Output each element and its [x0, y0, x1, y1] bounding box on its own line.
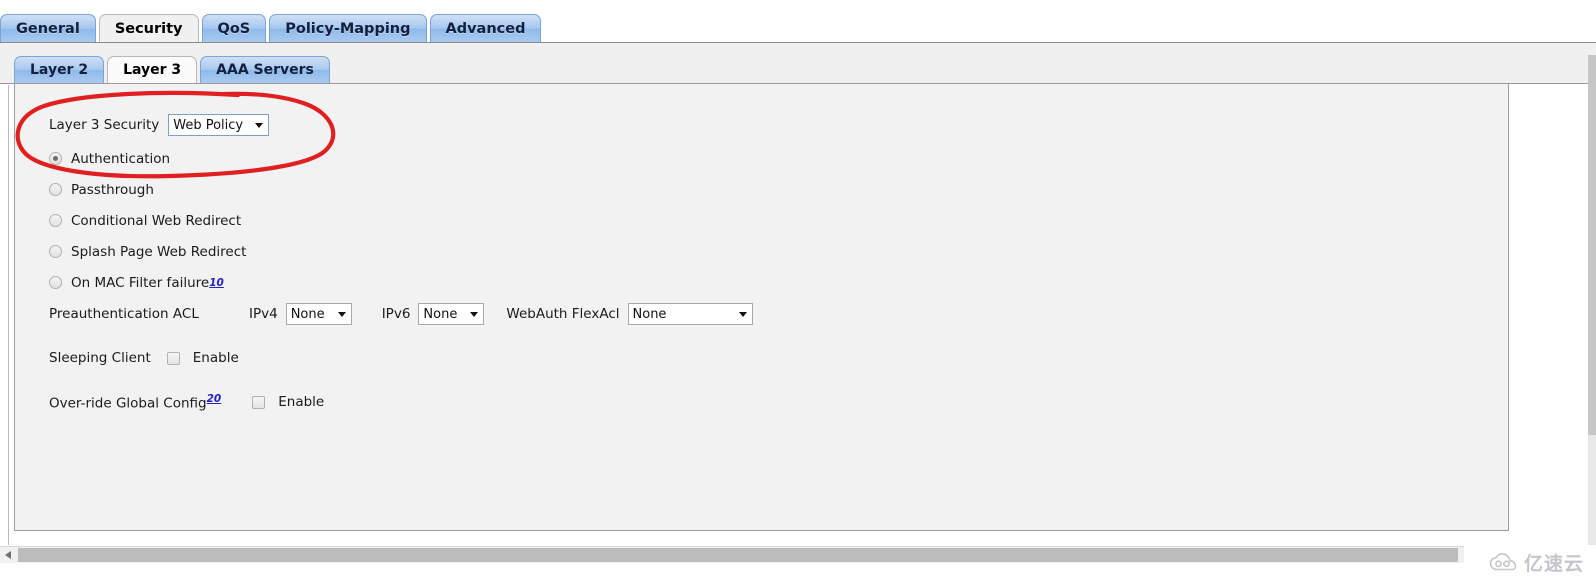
override-global-config-label: Over-ride Global Config20: [49, 393, 221, 412]
layer3-security-select-wrap: Web Policy: [168, 114, 270, 136]
horizontal-scrollbar[interactable]: [0, 546, 1464, 563]
radio-passthrough[interactable]: [49, 183, 62, 196]
sleeping-client-label: Sleeping Client: [49, 350, 151, 366]
tab-layer-2[interactable]: Layer 2: [14, 56, 105, 83]
preauthentication-acl-row: Preauthentication ACL IPv4 None IPv6 Non…: [49, 300, 1479, 328]
webauth-flexacl-select[interactable]: None: [627, 303, 753, 325]
horizontal-scrollbar-thumb[interactable]: [18, 548, 1458, 562]
form-container: Layer 3 Security Web Policy Authenticati…: [49, 113, 1479, 415]
radio-splash-page-web-redirect[interactable]: [49, 245, 62, 258]
vertical-scrollbar-thumb[interactable]: [1588, 55, 1596, 435]
ipv6-acl-select-wrap: None: [418, 303, 485, 325]
tab-layer-3[interactable]: Layer 3: [107, 56, 198, 83]
tab-policy-mapping[interactable]: Policy-Mapping: [269, 14, 427, 42]
ipv6-acl-select[interactable]: None: [418, 303, 485, 325]
sleeping-client-enable-label: Enable: [192, 350, 239, 366]
radio-on-mac-filter-failure[interactable]: [49, 276, 62, 289]
primary-tab-bar: General Security QoS Policy-Mapping Adva…: [0, 11, 544, 42]
watermark: 亿速云: [1489, 549, 1584, 576]
scroll-left-arrow-icon[interactable]: [0, 547, 17, 563]
ipv6-label: IPv6: [381, 306, 411, 322]
sleeping-client-checkbox[interactable]: [166, 351, 180, 365]
footnote-link-10[interactable]: 10: [209, 277, 224, 289]
radio-row-conditional-web-redirect[interactable]: Conditional Web Redirect: [49, 205, 1479, 236]
radio-row-splash-page-web-redirect[interactable]: Splash Page Web Redirect: [49, 236, 1479, 267]
panel-left-rule: [8, 85, 9, 545]
ipv4-acl-select-wrap: None: [285, 303, 352, 325]
override-global-config-row: Over-ride Global Config20 Enable: [49, 389, 1479, 415]
layer3-security-row: Layer 3 Security Web Policy: [49, 113, 1479, 137]
radio-row-on-mac-filter-failure[interactable]: On MAC Filter failure 10: [49, 267, 1479, 298]
override-global-config-checkbox[interactable]: [252, 395, 266, 409]
override-global-config-enable-label: Enable: [278, 394, 325, 410]
vertical-scrollbar[interactable]: [1588, 55, 1596, 545]
preauthentication-acl-label: Preauthentication ACL: [49, 306, 199, 322]
radio-label-conditional-web-redirect: Conditional Web Redirect: [71, 212, 242, 229]
webauth-flexacl-label: WebAuth FlexAcl: [506, 306, 620, 322]
tab-general[interactable]: General: [0, 14, 96, 42]
secondary-tab-bar: Layer 2 Layer 3 AAA Servers: [14, 53, 333, 83]
layer3-security-select[interactable]: Web Policy: [168, 114, 270, 136]
radio-label-on-mac-filter-failure: On MAC Filter failure: [71, 274, 210, 291]
ipv4-label: IPv4: [249, 306, 278, 322]
tab-advanced[interactable]: Advanced: [429, 14, 542, 42]
sleeping-client-row: Sleeping Client Enable: [49, 345, 1479, 371]
watermark-text: 亿速云: [1523, 553, 1584, 575]
radio-conditional-web-redirect[interactable]: [49, 214, 62, 227]
tab-aaa-servers[interactable]: AAA Servers: [200, 56, 330, 83]
web-policy-radio-group: Authentication Passthrough Conditional W…: [49, 143, 1479, 298]
cloud-icon: [1489, 552, 1517, 570]
webauth-flexacl-select-wrap: None: [627, 303, 753, 325]
override-global-config-text: Over-ride Global Config: [49, 395, 207, 412]
footnote-link-20[interactable]: 20: [207, 393, 222, 405]
radio-label-passthrough: Passthrough: [71, 181, 154, 198]
radio-label-splash-page-web-redirect: Splash Page Web Redirect: [71, 243, 247, 260]
radio-row-passthrough[interactable]: Passthrough: [49, 174, 1479, 205]
radio-authentication[interactable]: [49, 152, 62, 165]
radio-row-authentication[interactable]: Authentication: [49, 143, 1479, 174]
tab-qos[interactable]: QoS: [201, 14, 267, 42]
ipv4-acl-select[interactable]: None: [285, 303, 352, 325]
layer3-security-label: Layer 3 Security: [49, 117, 160, 133]
layer3-settings-panel: Layer 3 Security Web Policy Authenticati…: [14, 83, 1509, 531]
tab-security[interactable]: Security: [98, 14, 199, 42]
radio-label-authentication: Authentication: [71, 150, 171, 167]
